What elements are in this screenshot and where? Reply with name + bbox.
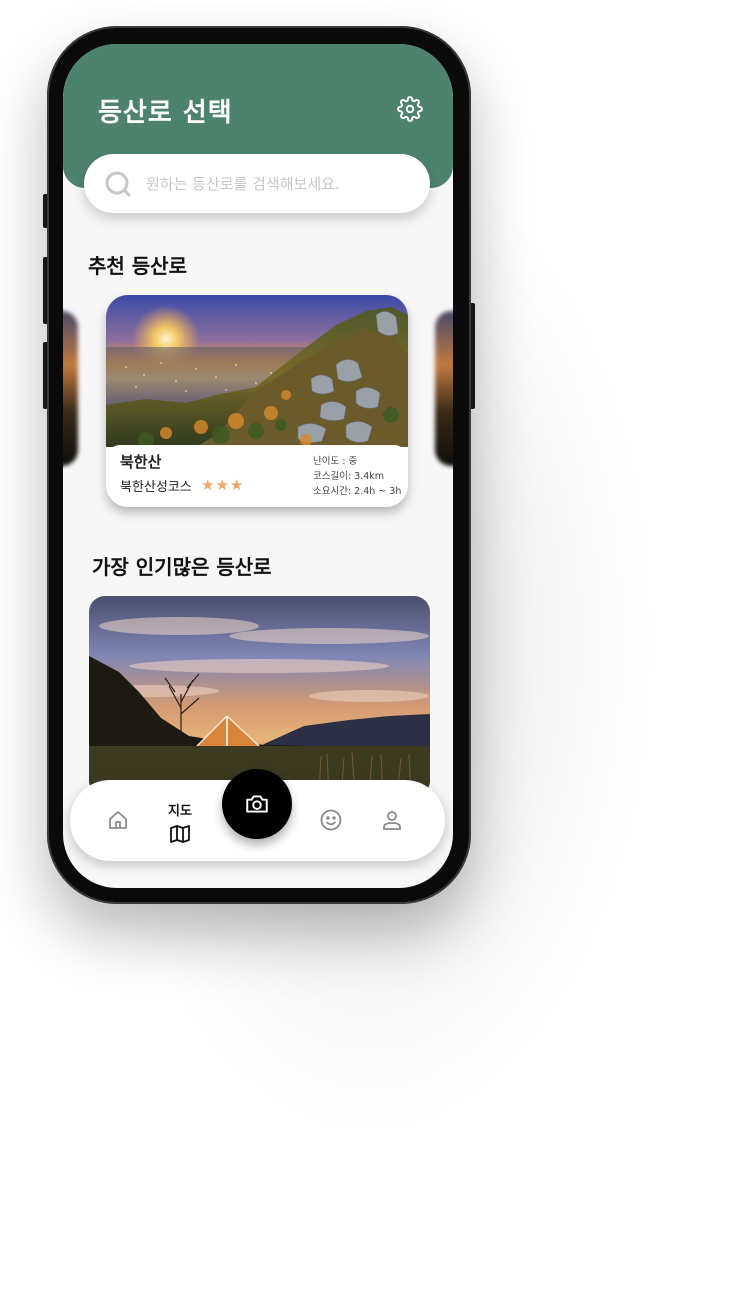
search-bar[interactable]: 원하는 등산로를 검색해보세요. — [84, 154, 430, 213]
section-title-recommended: 추천 등산로 — [88, 254, 187, 278]
popular-trail-card[interactable] — [89, 596, 430, 796]
section-title-popular: 가장 인기많은 등산로 — [92, 555, 272, 579]
camera-icon — [246, 795, 268, 813]
trail-course-name: 북한산성코스 — [120, 480, 192, 495]
recommended-trail-card[interactable]: 북한산 북한산성코스 ★★★ 난이도 : 중 코스길이: 3.4km 소요시간:… — [106, 295, 408, 507]
trail-difficulty: 난이도 : 중 — [313, 456, 358, 467]
search-icon — [105, 171, 131, 197]
trail-meta: 난이도 : 중 코스길이: 3.4km 소요시간: 2.4h ~ 3h — [313, 454, 401, 499]
trail-length: 코스길이: 3.4km — [313, 471, 385, 482]
gear-icon[interactable] — [397, 96, 423, 122]
trail-photo — [106, 295, 408, 447]
search-input[interactable]: 원하는 등산로를 검색해보세요. — [146, 173, 340, 194]
carousel-prev-card[interactable] — [63, 311, 78, 466]
home-icon[interactable] — [106, 808, 130, 832]
map-icon[interactable] — [168, 822, 192, 846]
user-icon[interactable] — [380, 808, 404, 832]
camera-button[interactable] — [222, 769, 292, 839]
page-title: 등산로 선택 — [98, 98, 233, 128]
app-screen: 등산로 선택 원하는 등산로를 검색해보세요. 추천 등산로 북한산 북한산성코… — [63, 44, 453, 888]
nav-map-label[interactable]: 지도 — [168, 800, 192, 819]
carousel-next-card[interactable] — [435, 311, 453, 466]
phone-frame: 등산로 선택 원하는 등산로를 검색해보세요. 추천 등산로 북한산 북한산성코… — [47, 26, 471, 904]
trail-duration: 소요시간: 2.4h ~ 3h — [313, 486, 402, 497]
popular-trail-photo — [89, 596, 430, 796]
trail-info-panel: 북한산 북한산성코스 ★★★ 난이도 : 중 코스길이: 3.4km 소요시간:… — [106, 445, 408, 507]
smiley-icon[interactable] — [319, 808, 343, 832]
trail-mountain-name: 북한산 — [120, 453, 162, 471]
star-rating: ★★★ — [201, 476, 245, 494]
